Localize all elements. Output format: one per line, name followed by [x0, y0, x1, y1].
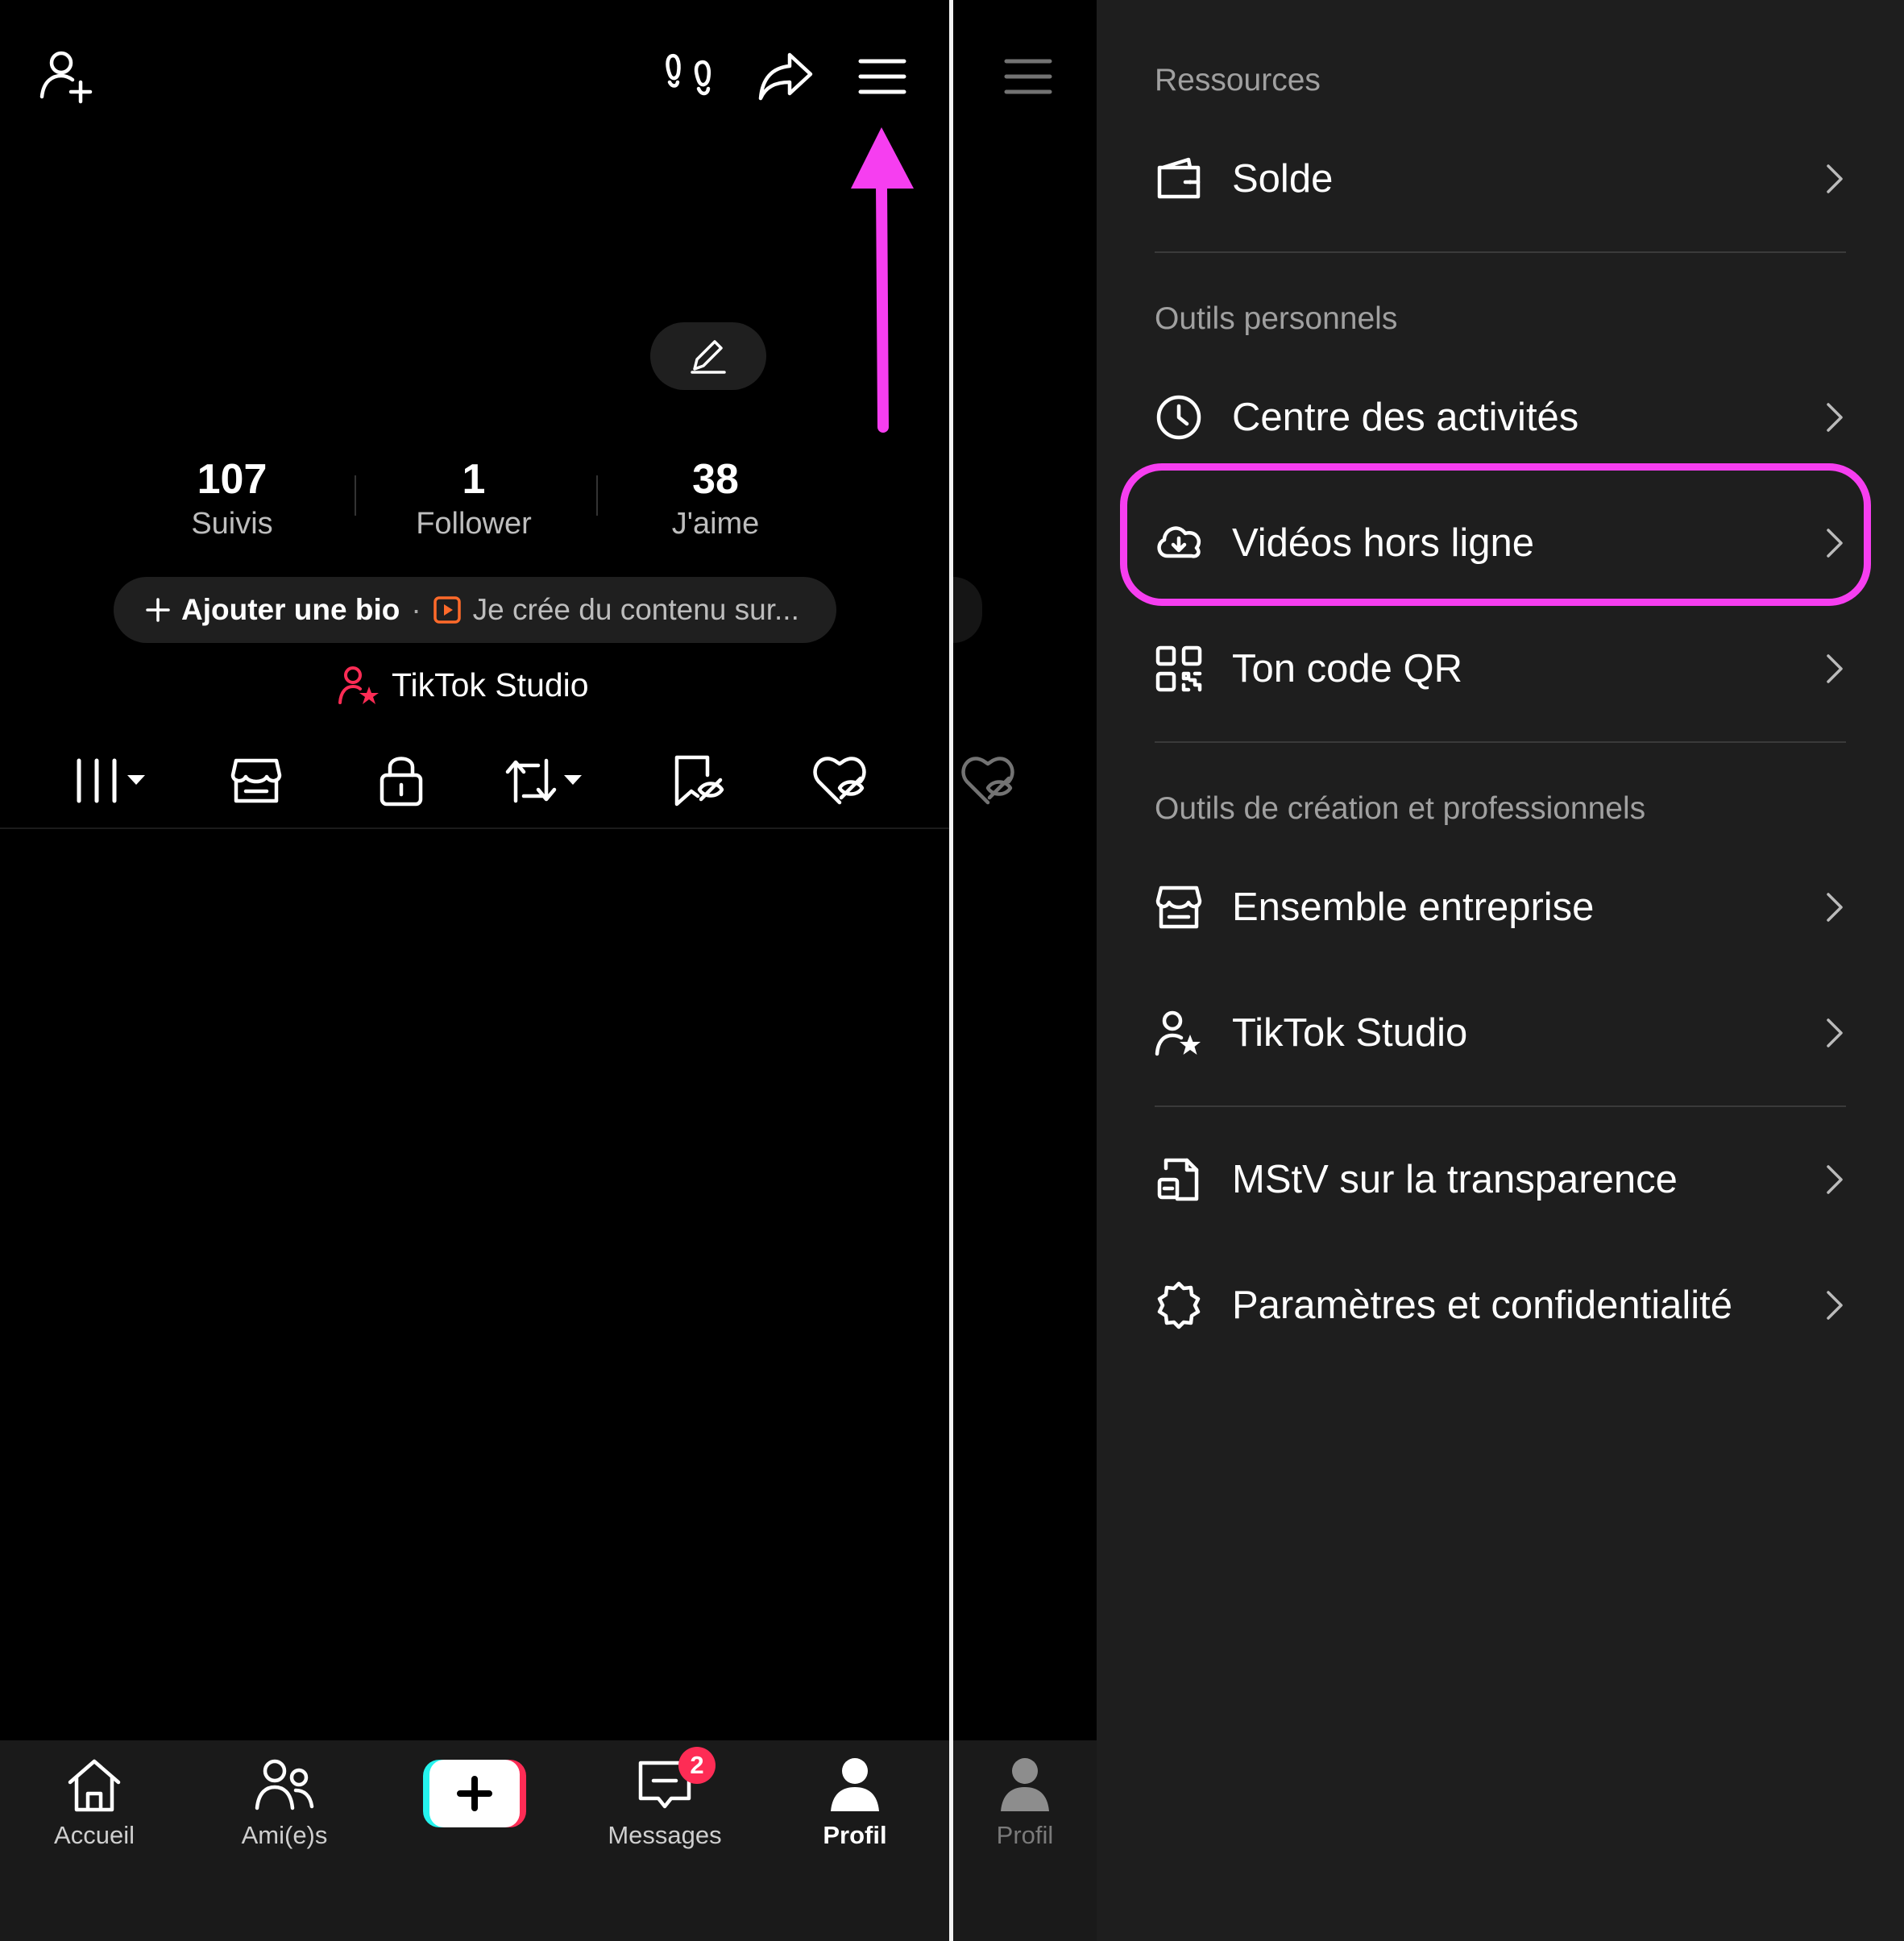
chevron-right-icon [1822, 1289, 1846, 1321]
shop-icon [1155, 883, 1203, 931]
menu-item-business-suite[interactable]: Ensemble entreprise [1155, 867, 1846, 948]
stat-likes[interactable]: 38 J'aime [611, 455, 820, 542]
menu-item-label: TikTok Studio [1232, 1011, 1468, 1055]
menu-item-transparency[interactable]: MStV sur la transparence [1155, 1139, 1846, 1220]
section-divider [1155, 741, 1846, 743]
section-title-creator-tools: Outils de création et professionnels [1155, 791, 1646, 826]
lock-icon[interactable] [377, 753, 425, 807]
nav-profile-dimmed: Profil [953, 1755, 1097, 1850]
add-bio-label: Ajouter une bio [181, 593, 400, 626]
creator-star-icon [1155, 1009, 1203, 1057]
friends-icon [254, 1755, 315, 1816]
wallet-icon [1155, 155, 1203, 203]
profile-screen: 107 Suivis 1 Follower 38 J'aime Ajouter … [0, 0, 949, 1941]
nav-label: Ami(e)s [241, 1821, 328, 1849]
home-icon [64, 1755, 125, 1816]
plus-icon [146, 598, 170, 622]
menu-item-label: Paramètres et confidentialité [1232, 1284, 1732, 1327]
add-bio-button[interactable]: Ajouter une bio · Je crée du contenu sur… [114, 577, 836, 643]
bookmark-hidden-icon[interactable] [672, 753, 724, 807]
stat-label: Follower [416, 507, 532, 541]
repost-icon[interactable] [505, 756, 587, 806]
plus-icon [423, 1760, 526, 1827]
stat-followers[interactable]: 1 Follower [369, 455, 579, 542]
menu-item-activity-center[interactable]: Centre des activités [1155, 377, 1846, 458]
stat-divider [596, 475, 598, 516]
tiktok-studio-label: TikTok Studio [392, 666, 589, 703]
menu-drawer: Ressources Solde Outils personnels Centr… [1097, 0, 1904, 1941]
stat-label: Suivis [191, 507, 273, 541]
annotation-arrow-icon [848, 127, 915, 433]
bio-separator: · [411, 593, 421, 626]
bottom-nav-dimmed: Profil [953, 1740, 1097, 1941]
nav-label: Profil [996, 1821, 1054, 1849]
document-icon [1155, 1155, 1203, 1204]
tabs-divider [0, 827, 949, 829]
pencil-icon [691, 340, 726, 374]
menu-icon[interactable] [858, 58, 906, 95]
menu-icon [1004, 58, 1052, 95]
stat-value: 38 [692, 456, 739, 503]
menu-item-qr-code[interactable]: Ton code QR [1155, 628, 1846, 709]
stat-value: 1 [462, 456, 486, 503]
annotation-highlight-box [1120, 463, 1871, 606]
unread-badge: 2 [678, 1747, 716, 1784]
menu-item-label: MStV sur la transparence [1232, 1158, 1678, 1201]
stat-value: 107 [197, 456, 268, 503]
profile-icon [824, 1755, 886, 1816]
menu-item-tiktok-studio[interactable]: TikTok Studio [1155, 993, 1846, 1073]
stat-divider [355, 475, 356, 516]
nav-label: Profil [823, 1821, 887, 1849]
edit-profile-button[interactable] [650, 322, 766, 390]
nav-home[interactable]: Accueil [14, 1755, 175, 1850]
liked-hidden-icon[interactable] [812, 753, 867, 806]
bio-category-text: Je crée du contenu sur... [472, 593, 799, 626]
stat-following[interactable]: 107 Suivis [127, 455, 337, 542]
settings-icon [1155, 1281, 1203, 1329]
chevron-right-icon [1822, 653, 1846, 685]
section-title-personal-tools: Outils personnels [1155, 301, 1398, 336]
menu-item-label: Solde [1232, 157, 1334, 201]
liked-hidden-icon [960, 753, 1015, 806]
chevron-right-icon [1822, 401, 1846, 433]
nav-profile[interactable]: Profil [774, 1755, 935, 1850]
videos-grid-icon[interactable] [73, 756, 153, 806]
menu-item-label: Centre des activités [1232, 396, 1579, 439]
video-category-icon [433, 595, 462, 624]
menu-item-label: Ton code QR [1232, 647, 1462, 691]
create-button[interactable] [423, 1760, 526, 1827]
profile-icon [994, 1755, 1056, 1816]
section-divider [1155, 1105, 1846, 1107]
nav-messages[interactable]: Messages [584, 1755, 745, 1850]
menu-item-label: Ensemble entreprise [1232, 885, 1595, 929]
shop-icon[interactable] [230, 756, 283, 806]
menu-item-settings-privacy[interactable]: Paramètres et confidentialité [1155, 1265, 1846, 1346]
nav-label: Accueil [54, 1821, 135, 1849]
nav-label: Messages [608, 1821, 722, 1849]
chevron-right-icon [1822, 1163, 1846, 1196]
stat-label: J'aime [671, 507, 760, 541]
menu-item-balance[interactable]: Solde [1155, 139, 1846, 219]
section-title-resources: Ressources [1155, 63, 1321, 97]
chevron-right-icon [1822, 891, 1846, 923]
bio-pill-edge [953, 577, 982, 643]
share-icon[interactable] [757, 50, 814, 103]
dimmed-profile-strip: Profil [953, 0, 1097, 1941]
chevron-right-icon [1822, 163, 1846, 195]
qr-code-icon [1155, 645, 1203, 693]
nav-friends[interactable]: Ami(e)s [204, 1755, 365, 1850]
add-friend-icon[interactable] [39, 48, 97, 106]
clock-icon [1155, 393, 1203, 442]
creator-star-icon [338, 664, 380, 706]
chevron-right-icon [1822, 1017, 1846, 1049]
section-divider [1155, 251, 1846, 253]
footprints-icon[interactable] [662, 50, 716, 103]
tiktok-studio-link[interactable]: TikTok Studio [338, 661, 589, 709]
